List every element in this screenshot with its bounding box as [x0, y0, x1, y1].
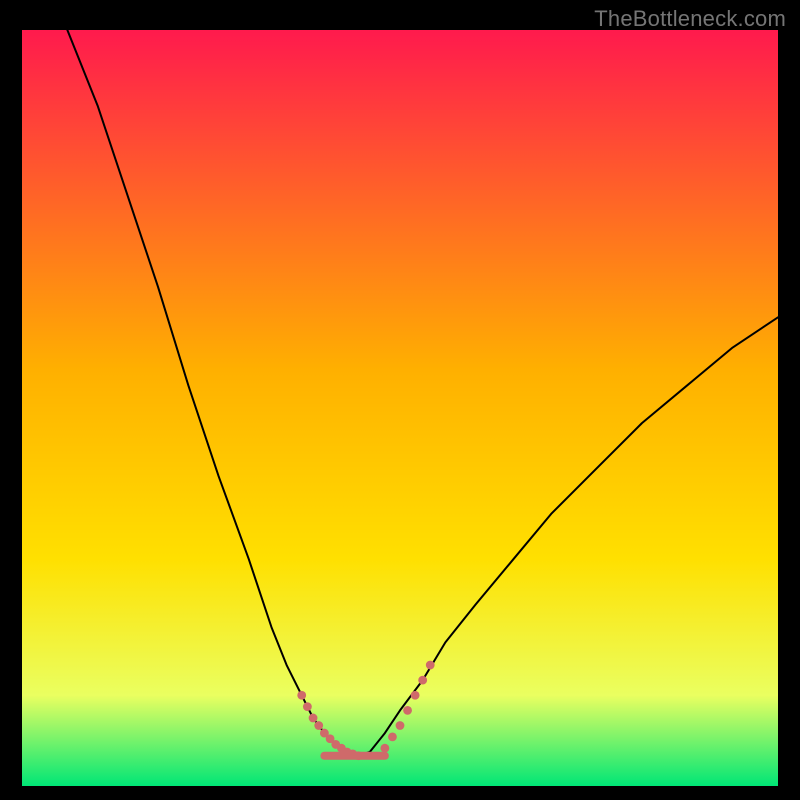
plot-svg	[22, 30, 778, 786]
plot-area	[22, 30, 778, 786]
series-point-overlay_right	[388, 732, 397, 741]
series-point-overlay_left	[314, 721, 323, 730]
watermark-text: TheBottleneck.com	[594, 6, 786, 32]
series-point-overlay_left	[303, 702, 312, 711]
gradient-background	[22, 30, 778, 786]
series-point-overlay_right	[411, 691, 420, 700]
series-point-overlay_right	[403, 706, 412, 715]
chart-frame: TheBottleneck.com	[0, 0, 800, 800]
series-point-overlay_right	[396, 721, 405, 730]
series-point-overlay_right	[380, 744, 389, 753]
series-point-overlay_right	[426, 661, 435, 670]
series-point-overlay_left	[297, 691, 306, 700]
series-point-overlay_right	[418, 676, 427, 685]
series-point-overlay_left	[309, 714, 318, 723]
